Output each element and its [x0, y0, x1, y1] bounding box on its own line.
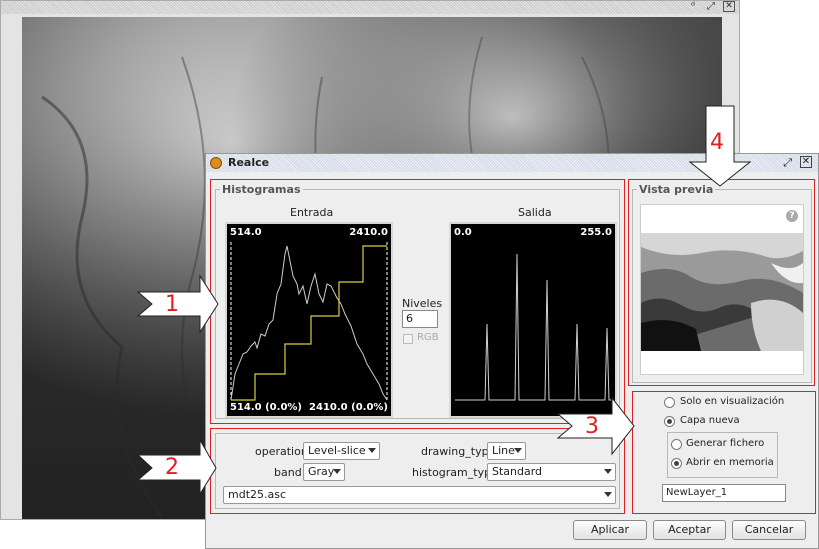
callout-number-1: 1	[165, 292, 179, 317]
callout-number-3: 3	[585, 414, 599, 439]
annotation-overlay	[136, 105, 752, 496]
callout-number-4: 4	[710, 130, 724, 155]
callout-number-2: 2	[165, 455, 179, 480]
